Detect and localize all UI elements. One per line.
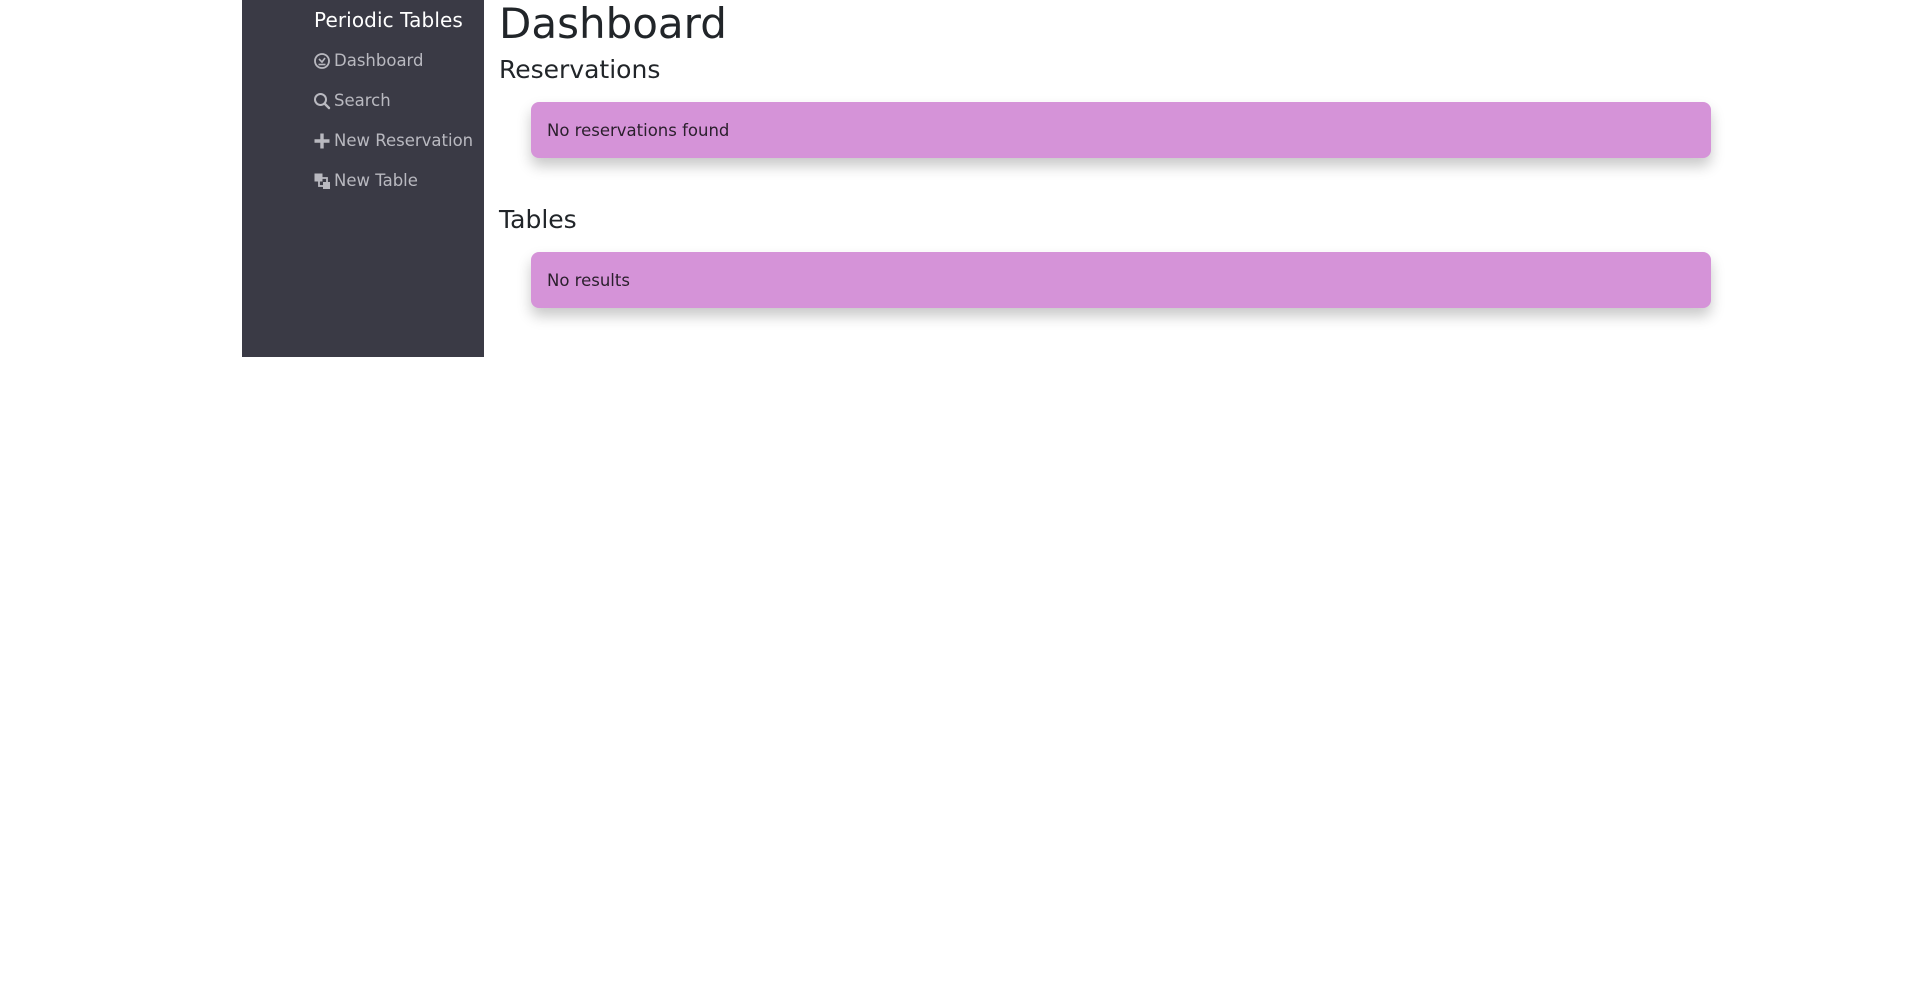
sidebar-item-dashboard[interactable]: Dashboard: [313, 51, 424, 70]
reservations-empty-alert: No reservations found: [531, 102, 1711, 158]
sidebar-item-search[interactable]: Search: [313, 91, 391, 110]
sidebar-item-new-table[interactable]: New Table: [313, 171, 418, 190]
plus-icon: [313, 132, 331, 150]
sidebar-item-label: New Table: [334, 171, 418, 190]
reservations-empty-message: No reservations found: [547, 120, 730, 140]
sidebar: Periodic Tables Dashboard Search New Res…: [242, 0, 484, 357]
tables-empty-message: No results: [547, 270, 630, 290]
brand-title[interactable]: Periodic Tables: [314, 8, 463, 32]
search-icon: [313, 92, 331, 110]
page-title: Dashboard: [499, 0, 727, 48]
tables-empty-alert: No results: [531, 252, 1711, 308]
sidebar-item-new-reservation[interactable]: New Reservation: [313, 131, 473, 150]
reservations-heading: Reservations: [499, 55, 661, 84]
sidebar-item-label: Search: [334, 91, 391, 110]
sidebar-item-label: Dashboard: [334, 51, 424, 70]
app-root: Periodic Tables Dashboard Search New Res…: [0, 0, 1920, 995]
layers-icon: [313, 172, 331, 190]
sidebar-item-label: New Reservation: [334, 131, 474, 150]
dashboard-icon: [313, 52, 331, 70]
tables-heading: Tables: [499, 205, 577, 234]
